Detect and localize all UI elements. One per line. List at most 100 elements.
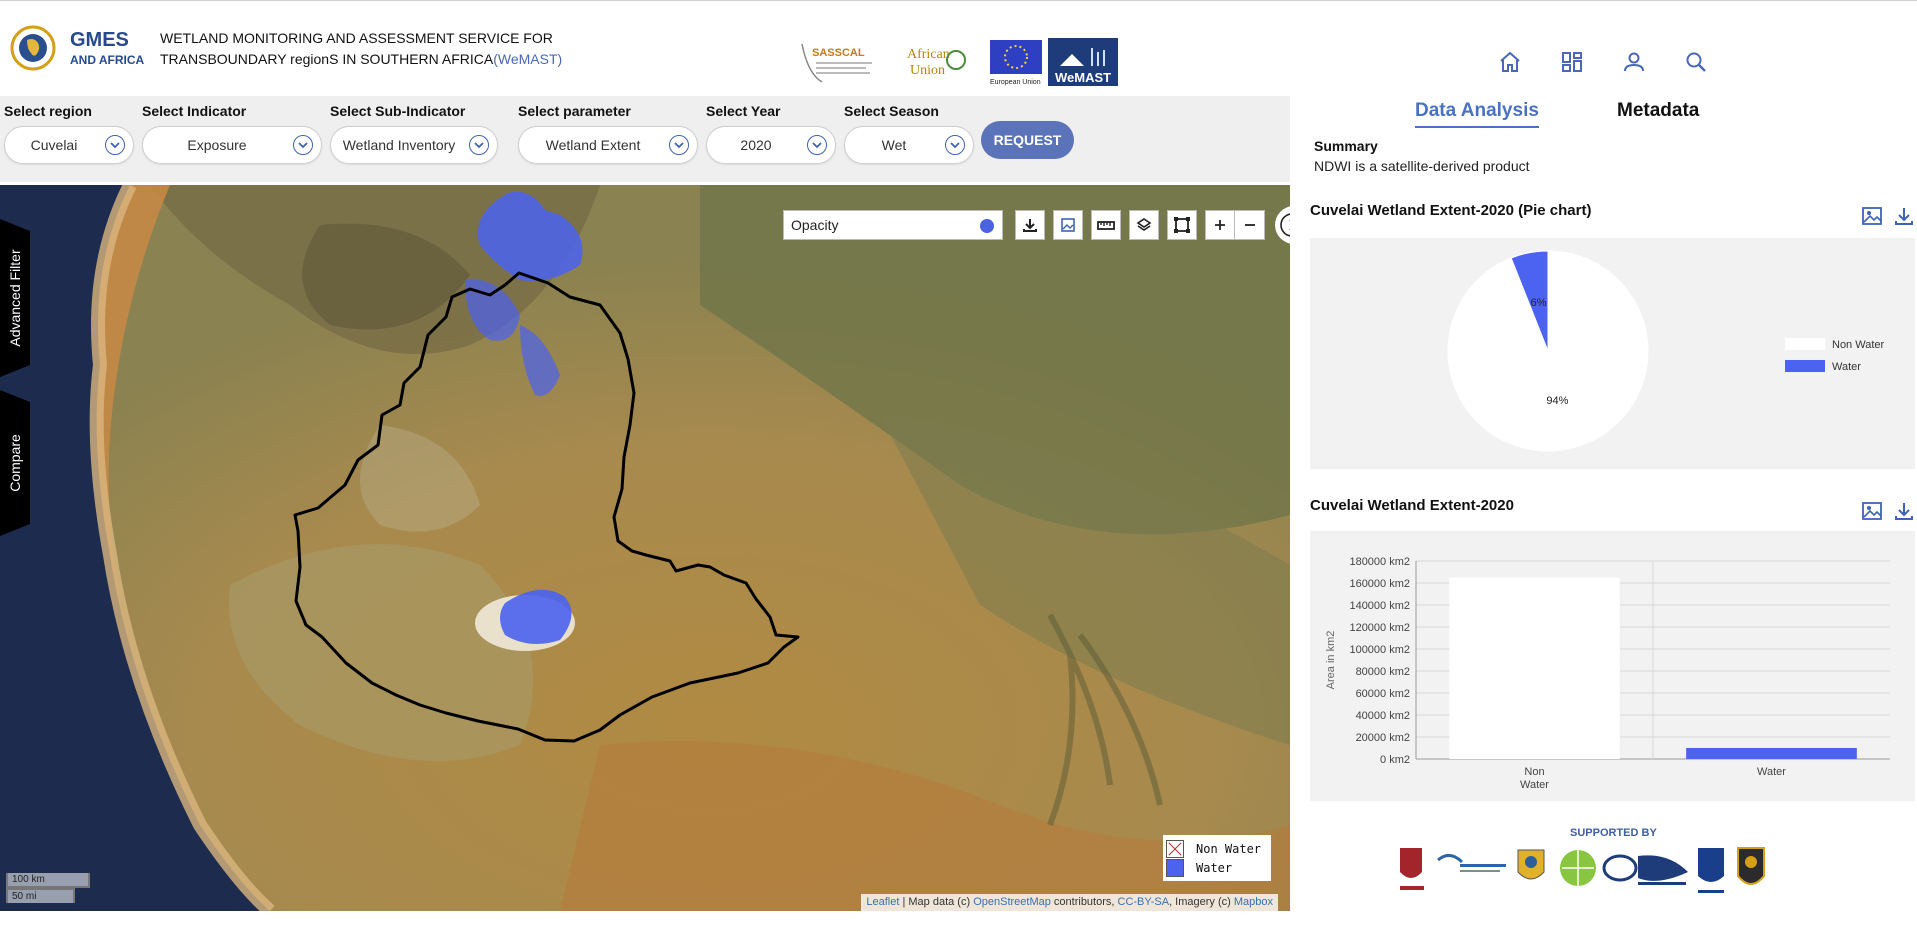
parameter-select[interactable]: Wetland Extent [518, 126, 698, 164]
advanced-filter-tab[interactable]: Advanced Filter [0, 219, 30, 377]
year-label: Select Year [706, 103, 781, 119]
parameter-filter: Select parameter Wetland Extent [518, 102, 698, 164]
user-icon[interactable] [1618, 46, 1650, 78]
bar-ytick-label: 0 km2 [1380, 754, 1410, 766]
sub-indicator-value: Wetland Inventory [342, 137, 456, 153]
map-attribution: Leaflet | Map data (c) OpenStreetMap con… [861, 894, 1278, 911]
chevron-down-icon [293, 135, 313, 155]
indicator-select[interactable]: Exposure [142, 126, 322, 164]
satellite-imagery [0, 185, 1290, 911]
bar-download-button[interactable] [1892, 499, 1916, 523]
opacity-slider[interactable]: Opacity [783, 210, 1003, 240]
map-legend: Non Water Water [1163, 835, 1271, 881]
download-map-button[interactable] [1015, 210, 1045, 240]
analysis-panel: Data Analysis Metadata Summary NDWI is a… [1300, 96, 1917, 937]
compare-label: Compare [7, 434, 23, 492]
cput-logo [1437, 854, 1506, 872]
sub-indicator-select[interactable]: Wetland Inventory [330, 126, 498, 164]
wemast-text: WeMAST [1055, 70, 1111, 85]
zoom-out-button[interactable] [1235, 210, 1265, 240]
site-title-line1: WETLAND MONITORING AND ASSESSMENT SERVIC… [160, 30, 553, 46]
home-icon[interactable] [1494, 46, 1526, 78]
image-icon [1862, 502, 1882, 520]
pie-chart-svg: 94% 6% Non Water Water [1447, 250, 1885, 452]
parameter-label: Select parameter [518, 103, 631, 119]
sansa-logo [1602, 854, 1688, 885]
search-icon[interactable] [1680, 46, 1712, 78]
export-image-button[interactable] [1053, 210, 1083, 240]
bar-ytick-label: 40000 km2 [1356, 710, 1410, 722]
zoom-in-button[interactable] [1205, 210, 1235, 240]
bar-ytick-label: 100000 km2 [1349, 644, 1410, 656]
ruler-icon [1097, 221, 1115, 230]
year-filter: Select Year 2020 [706, 102, 836, 164]
university-crest-logo [1400, 848, 1424, 890]
sub-indicator-label: Select Sub-Indicator [330, 103, 466, 119]
season-value: Wet [881, 137, 907, 153]
bar-ytick-label: 120000 km2 [1349, 622, 1410, 634]
scale-mi: 50 mi [6, 888, 75, 903]
leaflet-link[interactable]: Leaflet [866, 896, 899, 908]
sub-indicator-filter: Select Sub-Indicator Wetland Inventory [330, 102, 498, 164]
opacity-knob[interactable] [980, 219, 994, 233]
filter-bar: Select region Cuvelai Select Indicator E… [0, 96, 1290, 182]
download-icon [1895, 503, 1913, 520]
indicator-label: Select Indicator [142, 103, 247, 119]
license-link[interactable]: CC-BY-SA [1118, 896, 1170, 908]
bar-chart-svg: 0 km2 20000 km2 40000 km2 60000 km2 80000 km… [1325, 556, 1890, 791]
mapbox-link[interactable]: Mapbox [1234, 896, 1273, 908]
map-toolbar: Opacity [783, 210, 1265, 240]
zoom-in-icon [1215, 220, 1225, 230]
measure-button[interactable] [1091, 210, 1121, 240]
season-label: Select Season [844, 103, 939, 119]
uwc-logo [1698, 848, 1724, 893]
region-select[interactable]: Cuvelai [4, 126, 134, 164]
request-button[interactable]: REQUEST [981, 121, 1074, 159]
pie-export-image-button[interactable] [1860, 204, 1884, 228]
map-view[interactable]: Advanced Filter Compare Opacity Non Wate… [0, 185, 1290, 911]
region-value: Cuvelai [30, 137, 78, 153]
zoom-out-icon [1244, 224, 1255, 226]
draw-rectangle-icon [1174, 217, 1190, 233]
pie-legend-label: Non Water [1832, 339, 1885, 351]
bar-ytick-label: 60000 km2 [1356, 688, 1410, 700]
sasscal-text: SASSCAL [812, 47, 865, 59]
pie-data-label: 6% [1531, 297, 1547, 309]
summary-title: Summary [1314, 138, 1378, 154]
legend-item-non-water: Non Water [1166, 839, 1268, 858]
pie-chart-title: Cuvelai Wetland Extent-2020 (Pie chart) [1310, 202, 1592, 219]
pie-data-label: 94% [1546, 395, 1568, 407]
bar-export-image-button[interactable] [1860, 499, 1884, 523]
bar-non-water [1449, 577, 1620, 759]
supported-by-label: SUPPORTED BY [1570, 827, 1657, 839]
site-title: WETLAND MONITORING AND ASSESSMENT SERVIC… [160, 28, 562, 70]
osm-link[interactable]: OpenStreetMap [973, 896, 1051, 908]
tab-data-analysis[interactable]: Data Analysis [1415, 100, 1539, 128]
region-filter: Select region Cuvelai [4, 102, 134, 164]
layers-button[interactable] [1129, 210, 1159, 240]
layers-icon [1136, 218, 1152, 231]
au-text-2: Union [910, 63, 945, 78]
compare-tab[interactable]: Compare [0, 390, 30, 536]
bar-chart-actions [1860, 499, 1916, 523]
image-icon [1862, 207, 1882, 225]
sasscal-logo: SASSCAL [801, 43, 872, 83]
chevron-down-icon [105, 135, 125, 155]
site-title-line2: TRANSBOUNDARY regionS IN SOUTHERN AFRICA [160, 51, 494, 67]
globe-logo [1560, 850, 1596, 886]
draw-rectangle-button[interactable] [1167, 210, 1197, 240]
indicator-value: Exposure [187, 137, 247, 153]
year-select[interactable]: 2020 [706, 126, 836, 164]
tab-metadata[interactable]: Metadata [1617, 100, 1699, 122]
logo-africa-text: AND AFRICA [70, 53, 145, 67]
non-water-swatch [1166, 839, 1184, 858]
image-icon [1061, 218, 1075, 232]
season-select[interactable]: Wet [844, 126, 974, 164]
pie-download-button[interactable] [1892, 204, 1916, 228]
water-swatch [1166, 858, 1184, 877]
bar-ytick-label: 160000 km2 [1349, 578, 1410, 590]
dashboard-icon[interactable] [1556, 46, 1588, 78]
indicator-filter: Select Indicator Exposure [142, 102, 322, 164]
bar-ytick-label: 80000 km2 [1356, 666, 1410, 678]
eu-text: European Union [990, 79, 1041, 86]
